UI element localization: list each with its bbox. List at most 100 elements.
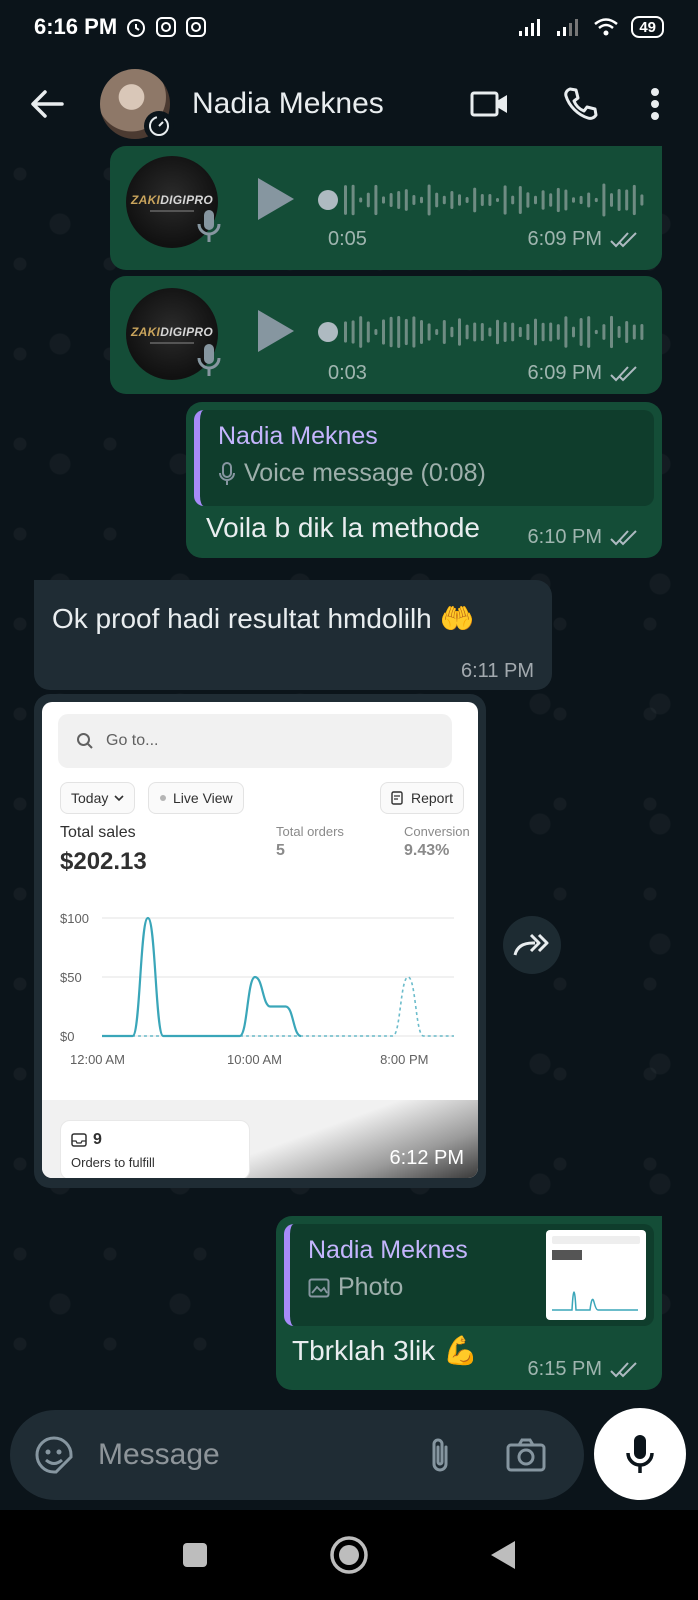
waveform-bar bbox=[632, 324, 636, 340]
date-range-pill: Today bbox=[60, 782, 136, 814]
signal-icon bbox=[519, 19, 541, 36]
message-text: Ok proof hadi resultat hmdolilh 🤲 bbox=[52, 603, 475, 634]
timer-icon bbox=[149, 116, 169, 136]
waveform-bar bbox=[640, 323, 644, 341]
waveform-bar bbox=[389, 192, 393, 208]
pill-label: Live View bbox=[173, 790, 233, 806]
status-ring-badge bbox=[144, 111, 174, 141]
recents-icon[interactable] bbox=[181, 1541, 209, 1569]
search-bar: Go to... bbox=[58, 714, 452, 768]
contact-avatar[interactable] bbox=[100, 69, 174, 141]
search-icon bbox=[77, 733, 93, 749]
reply-message-bubble[interactable]: Nadia Meknes Voice message (0:08) Voila … bbox=[186, 402, 662, 558]
microphone-icon bbox=[219, 461, 235, 485]
reply-message-bubble[interactable]: Nadia Meknes Photo Tbrklah 3lik 💪 6:15 P… bbox=[276, 1216, 662, 1390]
status-bar: 6:16 PM 49 bbox=[0, 0, 698, 54]
inbox-icon bbox=[71, 1133, 87, 1147]
message-meta: 6:09 PM bbox=[528, 228, 640, 251]
total-sales-value: $202.13 bbox=[60, 848, 147, 875]
waveform-bar bbox=[412, 195, 416, 205]
quoted-message[interactable]: Nadia Meknes Voice message (0:08) bbox=[194, 410, 654, 506]
back-button[interactable] bbox=[0, 89, 94, 119]
pill-label: Report bbox=[411, 790, 454, 806]
voice-message-bubble[interactable]: ZAKIDIGIPRO 0:03 6:09 PM bbox=[110, 276, 662, 394]
thumbnail-logo: ZAKIDIGIPRO bbox=[131, 324, 213, 339]
waveform-bar bbox=[374, 184, 378, 216]
waveform-bar bbox=[351, 184, 355, 216]
double-check-icon bbox=[610, 231, 637, 247]
waveform-bar bbox=[435, 329, 439, 335]
more-options-icon[interactable] bbox=[650, 87, 660, 121]
y-tick-label: $50 bbox=[60, 970, 82, 985]
message-text: Voila b dik la methode bbox=[206, 512, 480, 543]
phone-call-icon[interactable] bbox=[562, 86, 598, 122]
waveform-bar bbox=[534, 195, 537, 205]
orders-to-fulfill-card: 9 Orders to fulfill bbox=[60, 1120, 250, 1178]
total-orders-value: 5 bbox=[276, 842, 285, 859]
quoted-text: Voice message (0:08) bbox=[244, 459, 486, 487]
thumbnail-chart-preview bbox=[552, 1291, 638, 1311]
microphone-icon bbox=[197, 210, 221, 242]
waveform-scrubber[interactable] bbox=[318, 190, 338, 210]
system-navigation-bar bbox=[0, 1510, 698, 1600]
forward-button[interactable] bbox=[503, 916, 561, 974]
waveform-bar bbox=[389, 316, 393, 348]
waveform-bar bbox=[458, 194, 461, 206]
microphone-icon bbox=[626, 1435, 654, 1473]
waveform-bar bbox=[572, 197, 575, 203]
waveform-bar bbox=[511, 195, 515, 205]
waveform-bar bbox=[518, 326, 522, 338]
play-icon[interactable] bbox=[256, 176, 296, 222]
chat-header: Nadia Meknes bbox=[0, 54, 698, 154]
audio-waveform[interactable] bbox=[318, 310, 648, 354]
audio-waveform[interactable] bbox=[318, 178, 648, 222]
camera-icon[interactable] bbox=[506, 1438, 546, 1472]
quoted-message[interactable]: Nadia Meknes Photo bbox=[284, 1224, 654, 1326]
waveform-bar bbox=[442, 195, 446, 205]
waveform-bar bbox=[511, 322, 515, 342]
waveform-bar bbox=[465, 324, 469, 340]
contact-name[interactable]: Nadia Meknes bbox=[192, 87, 384, 121]
conversion-label: Conversion bbox=[404, 824, 470, 839]
message-time: 6:15 PM bbox=[527, 1358, 602, 1380]
voice-record-button[interactable] bbox=[594, 1408, 686, 1500]
attach-icon[interactable] bbox=[428, 1435, 452, 1475]
play-icon[interactable] bbox=[256, 308, 296, 354]
waveform-bar bbox=[366, 192, 370, 208]
waveform-bar bbox=[344, 321, 347, 343]
video-call-icon[interactable] bbox=[470, 89, 510, 119]
waveform-bar bbox=[556, 324, 560, 340]
waveform-bar bbox=[450, 191, 454, 209]
waveform-bar bbox=[541, 190, 545, 210]
sales-line-chart: $100 $50 $0 12:00 AM 10:00 AM 8:00 PM bbox=[60, 911, 454, 1067]
waveform-bar bbox=[564, 189, 568, 211]
message-time: 6:09 PM bbox=[527, 362, 602, 384]
home-icon[interactable] bbox=[329, 1535, 369, 1575]
message-input[interactable]: Message bbox=[98, 1438, 220, 1472]
waveform-bar bbox=[397, 315, 401, 349]
incoming-message-bubble[interactable]: Ok proof hadi resultat hmdolilh 🤲 6:11 P… bbox=[34, 580, 552, 690]
waveform-bar bbox=[625, 321, 629, 343]
live-view-pill: Live View bbox=[148, 782, 244, 814]
waveform-bar bbox=[480, 323, 484, 341]
message-meta: 6:10 PM bbox=[528, 526, 640, 549]
waveform-bar bbox=[549, 322, 553, 342]
back-nav-icon[interactable] bbox=[489, 1539, 517, 1571]
x-tick-label: 8:00 PM bbox=[380, 1052, 428, 1067]
x-tick-label: 10:00 AM bbox=[227, 1052, 282, 1067]
waveform-bar bbox=[412, 316, 416, 348]
waveform-scrubber[interactable] bbox=[318, 322, 338, 342]
waveform-bar bbox=[374, 328, 378, 336]
instagram-icon bbox=[186, 17, 207, 37]
sticker-icon[interactable] bbox=[34, 1435, 74, 1475]
waveform-bar bbox=[496, 198, 499, 202]
waveform-bar bbox=[404, 318, 408, 346]
shared-image-screenshot[interactable]: Go to... Today Live View Report Total sa… bbox=[42, 702, 478, 1178]
quoted-photo-thumbnail bbox=[546, 1230, 646, 1320]
message-time: 6:10 PM bbox=[527, 526, 602, 548]
message-time: 6:11 PM bbox=[461, 660, 534, 682]
waveform-bar bbox=[526, 323, 530, 341]
message-composer[interactable]: Message bbox=[10, 1410, 584, 1500]
voice-message-bubble[interactable]: ZAKIDIGIPRO 0:05 6:09 PM bbox=[110, 146, 662, 270]
voice-duration: 0:05 bbox=[328, 228, 367, 250]
